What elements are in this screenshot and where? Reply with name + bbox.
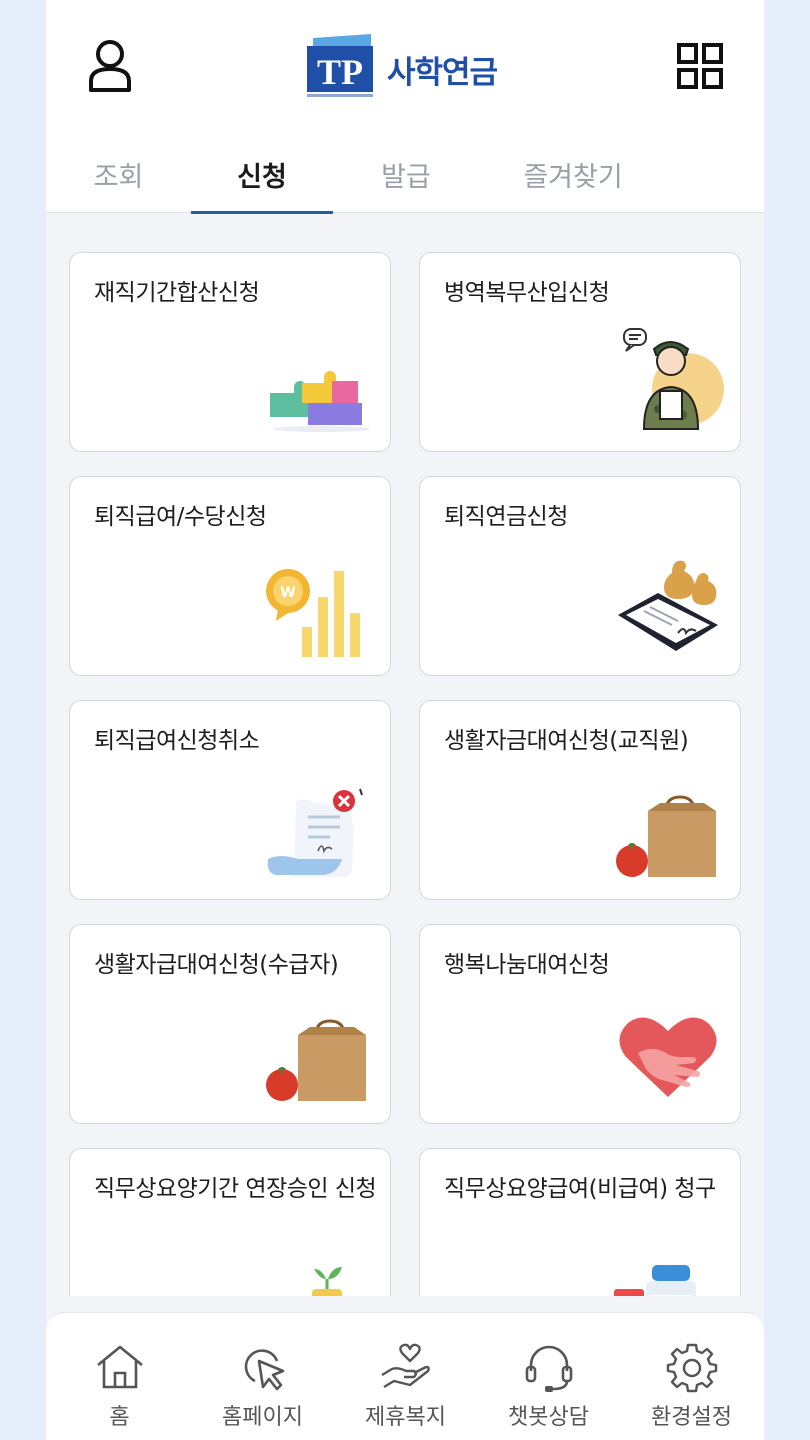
app-screen: TP 사학연금 조회 신청 발급 즐겨찾기 재직기간합산신청 병역복무산입신청 …	[46, 0, 764, 1440]
tablet-money-bags-icon	[618, 560, 718, 651]
card-label: 퇴직급여신청취소	[94, 728, 260, 754]
gear-icon	[666, 1343, 718, 1393]
card-label: 퇴직급여/수당신청	[94, 504, 267, 530]
tab-application[interactable]: 신청	[191, 148, 333, 214]
card-label: 직무상요양급여(비급여) 청구	[444, 1176, 716, 1202]
card-label: 재직기간합산신청	[94, 280, 260, 306]
nav-label: 제휴복지	[365, 1405, 446, 1430]
card-label: 행복나눔대여신청	[444, 952, 610, 978]
tab-issuance[interactable]: 발급	[356, 148, 456, 213]
puzzle-icon	[270, 371, 370, 432]
card-label: 퇴직연금신청	[444, 504, 568, 530]
service-card-grid: 재직기간합산신청 병역복무산입신청 퇴직급여/수당신청 W 퇴직연금신청 퇴직급…	[69, 252, 741, 1296]
card-label: 직무상요양기간 연장승인 신청	[94, 1176, 377, 1202]
app-logo[interactable]: TP 사학연금	[305, 32, 505, 102]
nav-label: 챗봇상담	[508, 1405, 589, 1430]
tab-inquiry[interactable]: 조회	[76, 148, 161, 213]
svg-text:TP: TP	[317, 52, 363, 92]
card-label: 생활자금대여신청(교직원)	[444, 728, 689, 754]
card-career-period-merge[interactable]: 재직기간합산신청	[69, 252, 391, 452]
document-cancel-icon	[267, 788, 363, 878]
heart-handshake-icon	[619, 1017, 717, 1097]
bottom-navigation: 홈 홈페이지 제휴복지 챗봇상담 환경설정	[46, 1312, 764, 1440]
tab-favorites[interactable]: 즐겨찾기	[498, 148, 648, 213]
card-label: 생활자급대여신청(수급자)	[94, 952, 339, 978]
medicine-bottles-icon	[614, 1265, 696, 1296]
menu-button[interactable]	[670, 36, 730, 96]
nav-home[interactable]: 홈	[48, 1313, 191, 1440]
coin-stacks-icon	[312, 1267, 342, 1296]
nav-label: 홈	[109, 1405, 130, 1430]
shopping-bag-icon	[266, 1019, 366, 1101]
logo-text: 사학연금	[387, 55, 498, 91]
card-retirement-benefit[interactable]: 퇴직급여/수당신청 W	[69, 476, 391, 676]
nav-settings[interactable]: 환경설정	[620, 1313, 763, 1440]
card-label: 병역복무산입신청	[444, 280, 610, 306]
card-happiness-sharing-loan[interactable]: 행복나눔대여신청	[419, 924, 741, 1124]
category-tabs: 조회 신청 발급 즐겨찾기	[46, 148, 764, 214]
svg-text:W: W	[280, 585, 295, 601]
card-retirement-benefit-cancel[interactable]: 퇴직급여신청취소	[69, 700, 391, 900]
nav-label: 환경설정	[651, 1405, 732, 1430]
card-care-benefit-claim[interactable]: 직무상요양급여(비급여) 청구	[419, 1148, 741, 1296]
card-military-service[interactable]: 병역복무산입신청	[419, 252, 741, 452]
logo-mark-icon: TP	[307, 34, 373, 97]
grid-menu-icon	[677, 43, 723, 89]
card-care-period-extension[interactable]: 직무상요양기간 연장승인 신청	[69, 1148, 391, 1296]
nav-homepage[interactable]: 홈페이지	[191, 1313, 334, 1440]
headset-icon	[525, 1345, 573, 1392]
app-header: TP 사학연금 조회 신청 발급 즐겨찾기	[46, 0, 764, 214]
coin-bar-chart-icon: W	[266, 569, 360, 657]
nav-partner-welfare[interactable]: 제휴복지	[334, 1313, 477, 1440]
card-living-loan-recipient[interactable]: 생활자급대여신청(수급자)	[69, 924, 391, 1124]
user-icon	[89, 40, 131, 92]
nav-label: 홈페이지	[222, 1405, 303, 1430]
nav-chatbot[interactable]: 챗봇상담	[477, 1313, 620, 1440]
hand-heart-icon	[381, 1343, 430, 1389]
card-living-loan-staff[interactable]: 생활자금대여신청(교직원)	[419, 700, 741, 900]
profile-button[interactable]	[80, 36, 140, 96]
cursor-click-icon	[244, 1349, 285, 1391]
card-retirement-pension[interactable]: 퇴직연금신청	[419, 476, 741, 676]
home-icon	[97, 1345, 143, 1389]
shopping-bag-icon	[616, 795, 716, 877]
soldier-icon	[623, 328, 724, 430]
